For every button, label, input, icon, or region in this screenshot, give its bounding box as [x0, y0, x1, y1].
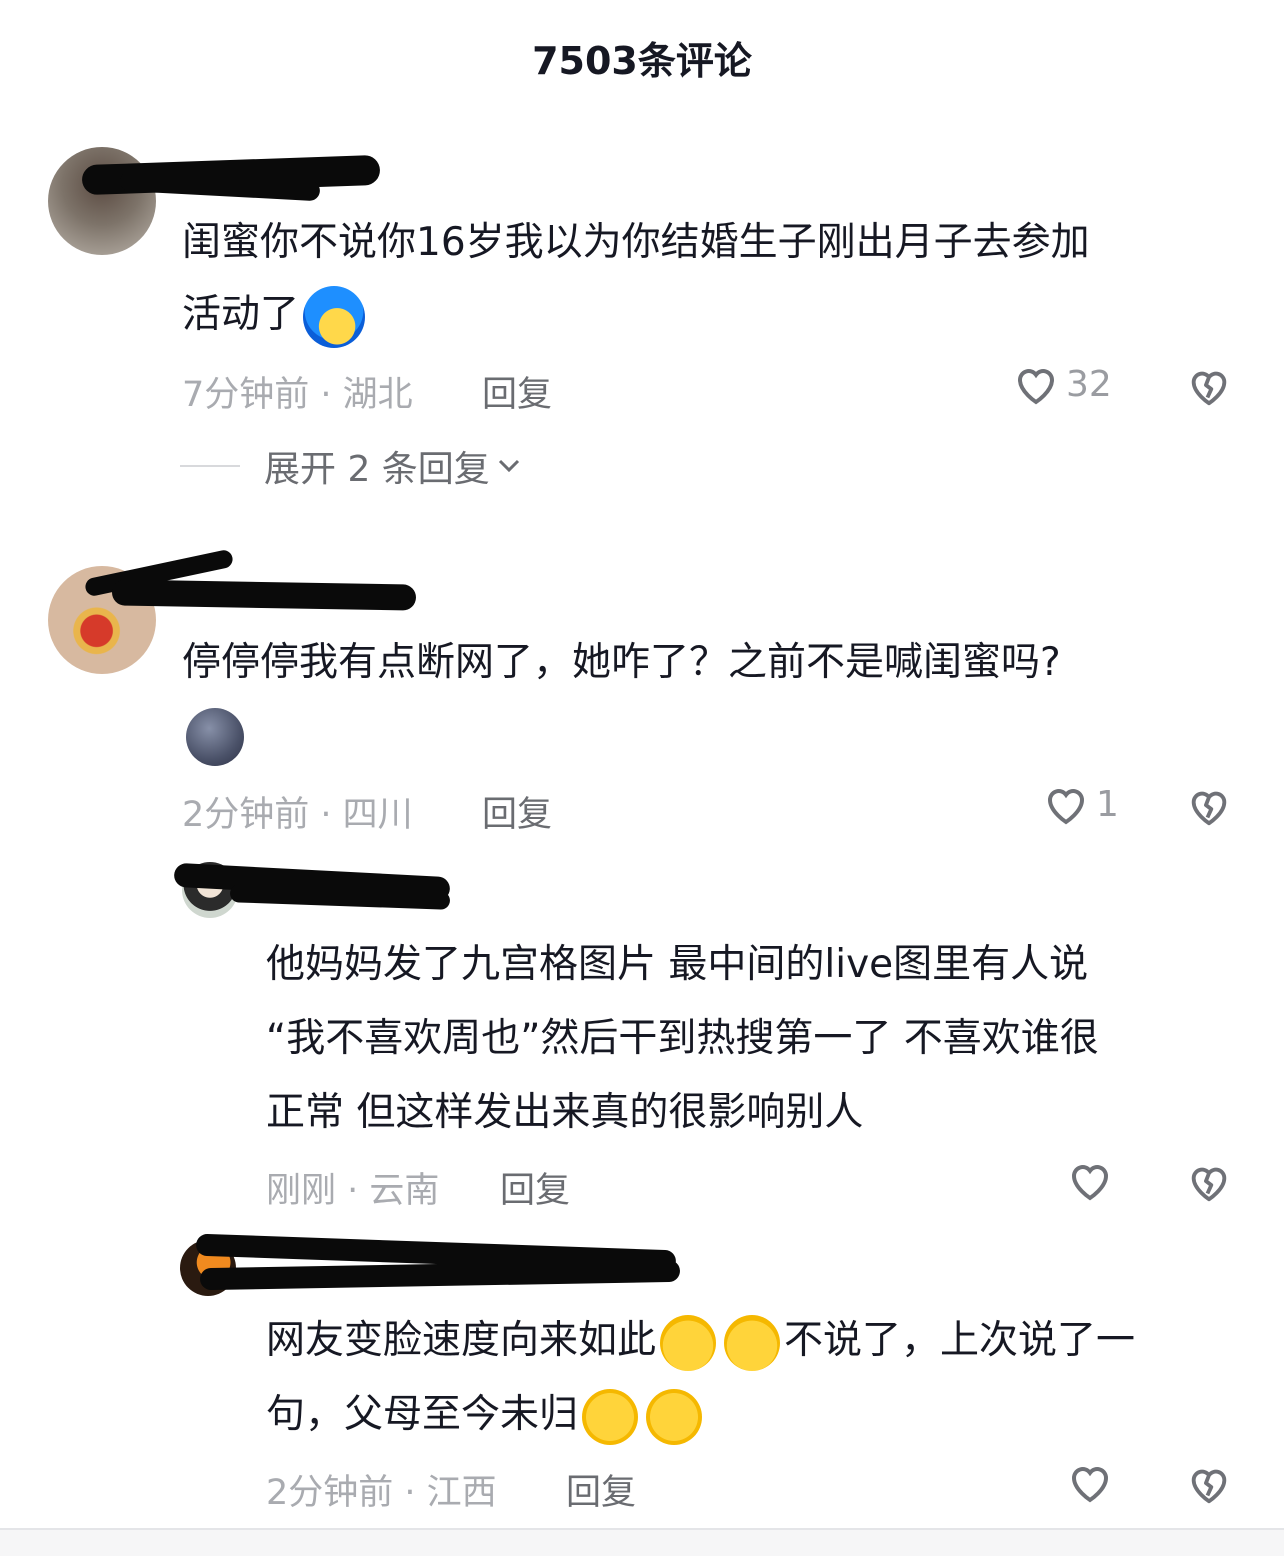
- broken-heart-icon[interactable]: [1186, 784, 1232, 828]
- comment-text: 句，父母至今未归: [266, 1378, 706, 1452]
- reply-button[interactable]: 回复: [500, 1162, 570, 1213]
- crying-face-emoji-icon: [660, 1314, 717, 1371]
- comment-text: [182, 698, 248, 772]
- heart-outline-icon: [1066, 1158, 1114, 1202]
- redacted-username: [111, 579, 417, 611]
- comment-text: 闺蜜你不说你16岁我以为你结婚生子刚出月子去参加: [182, 220, 1090, 265]
- expand-replies-button[interactable]: 展开 2 条回复: [180, 440, 520, 492]
- reply-button[interactable]: 回复: [482, 786, 552, 837]
- reply-button[interactable]: 回复: [482, 366, 552, 417]
- comment-text: 他妈妈发了九宫格图片 最中间的live图里有人说: [266, 942, 1089, 987]
- like-button[interactable]: [1066, 1460, 1120, 1504]
- broken-heart-icon[interactable]: [1186, 364, 1232, 408]
- reply-button[interactable]: 回复: [566, 1464, 636, 1515]
- like-count: 1: [1096, 783, 1119, 825]
- comment-meta: 2分钟前 · 江西: [266, 1473, 497, 1513]
- blue-hair-face-emoji-icon: [303, 285, 366, 348]
- chevron-down-icon: [498, 459, 520, 473]
- comment-text: “我不喜欢周也”然后干到热搜第一了 不喜欢谁很: [266, 1016, 1099, 1061]
- comments-count-title: 7503条评论: [532, 39, 752, 83]
- broken-heart-icon[interactable]: [1186, 1462, 1232, 1506]
- comment-meta: 刚刚 · 云南: [266, 1171, 440, 1211]
- expand-replies-label: 展开 2 条回复: [264, 449, 490, 490]
- bottom-input-bar[interactable]: [0, 1528, 1284, 1556]
- comment-meta: 2分钟前 · 四川: [182, 795, 413, 835]
- smiling-face-emoji-icon: [582, 1388, 639, 1445]
- crying-face-emoji-icon: [724, 1314, 781, 1371]
- smiling-face-emoji-icon: [646, 1388, 703, 1445]
- like-count: 32: [1066, 363, 1112, 405]
- comment-meta: 7分钟前 · 湖北: [182, 375, 413, 415]
- moon-face-emoji-icon: [186, 707, 244, 766]
- divider: [180, 465, 240, 467]
- heart-outline-icon: [1012, 362, 1060, 406]
- heart-outline-icon: [1042, 782, 1090, 826]
- heart-outline-icon: [1066, 1460, 1114, 1504]
- comment-text: 正常 但这样发出来真的很影响别人: [266, 1090, 864, 1135]
- like-button[interactable]: [1066, 1158, 1120, 1202]
- comment-text: 网友变脸速度向来如此 不说了，上次说了一: [266, 1304, 1135, 1378]
- like-button[interactable]: 1: [1042, 782, 1119, 826]
- broken-heart-icon[interactable]: [1186, 1160, 1232, 1204]
- redacted-username: [199, 1259, 681, 1291]
- comment-text: 活动了: [182, 278, 369, 352]
- like-button[interactable]: 32: [1012, 362, 1112, 406]
- comment-text: 停停停我有点断网了，她咋了？之前不是喊闺蜜吗?: [182, 640, 1061, 685]
